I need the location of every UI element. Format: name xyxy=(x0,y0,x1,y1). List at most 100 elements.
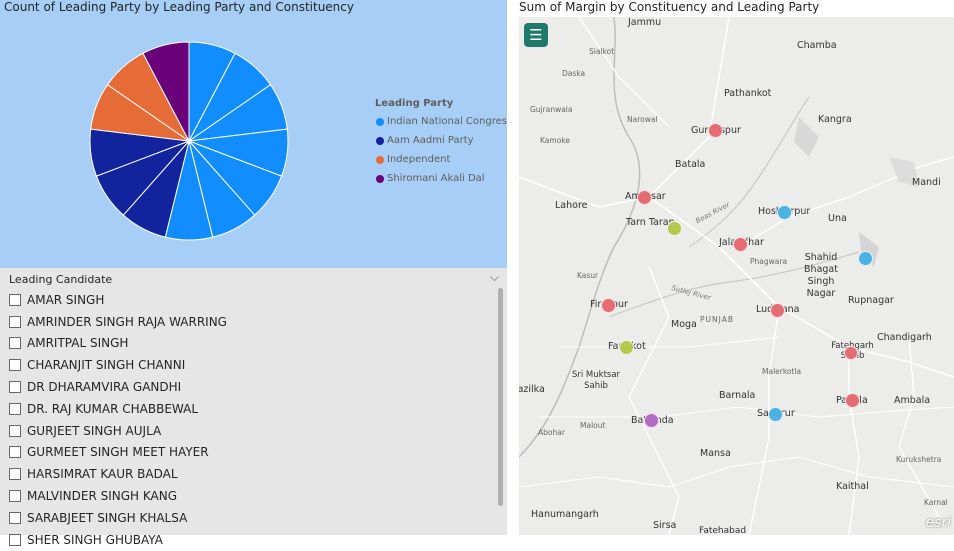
map-bubble-patiala[interactable] xyxy=(845,393,860,408)
map-label: Fatehabad xyxy=(699,526,747,535)
slicer-item[interactable]: SHER SINGH GHUBAYA xyxy=(9,529,489,551)
chevron-down-icon[interactable]: ⌵ xyxy=(490,270,499,285)
map-label: Barnala xyxy=(719,390,756,401)
slicer-title: Leading Candidate xyxy=(9,273,113,286)
pie-legend: Leading Party Indian National Congress A… xyxy=(375,98,512,188)
legend-label: Indian National Congress xyxy=(387,116,513,127)
map-bubble-fatehgarh-sahib[interactable] xyxy=(844,346,858,360)
map-bubble-sangrur[interactable] xyxy=(768,407,783,422)
map-label: Phagwara xyxy=(750,257,788,266)
map-bubble-amritsar[interactable] xyxy=(637,190,652,205)
checkbox[interactable] xyxy=(9,337,21,350)
map-label: Chamba xyxy=(797,40,837,51)
slicer-item[interactable]: DR. RAJ KUMAR CHABBEWAL xyxy=(9,398,489,420)
slicer-item-label: AMRITPAL SINGH xyxy=(27,336,129,351)
menu-icon[interactable]: ☰ xyxy=(524,23,548,47)
slicer-item-label: AMRINDER SINGH RAJA WARRING xyxy=(27,314,227,329)
slicer-item-label: SARABJEET SINGH KHALSA xyxy=(27,510,188,525)
map-label: Moga xyxy=(671,319,697,330)
legend-dot xyxy=(376,136,384,145)
slicer-item-label: GURMEET SINGH MEET HAYER xyxy=(27,445,209,460)
slicer-item[interactable]: DR DHARAMVIRA GANDHI xyxy=(9,376,489,398)
slicer-header[interactable]: Leading Candidate ⌵ xyxy=(9,270,499,286)
slicer-item[interactable]: GURMEET SINGH MEET HAYER xyxy=(9,442,489,464)
map-bubble-jalandhar[interactable] xyxy=(733,237,748,252)
slicer-item[interactable]: AMRITPAL SINGH xyxy=(9,333,489,355)
legend-item-independent[interactable]: Independent xyxy=(375,150,512,169)
map-label: Chandigarh xyxy=(877,332,932,343)
map-label: Kasur xyxy=(577,271,599,280)
map-bubble-faridkot[interactable] xyxy=(619,340,634,355)
map-label: Daska xyxy=(562,69,586,78)
checkbox[interactable] xyxy=(9,315,21,328)
legend-item-aap[interactable]: Aam Aadmi Party xyxy=(375,131,512,150)
map-label: Hanumangarh xyxy=(531,509,599,520)
map-bubble-gurdaspur[interactable] xyxy=(708,123,723,138)
map-label: Narowal xyxy=(627,115,658,124)
legend-dot xyxy=(376,117,384,126)
map-bubble-firozpur[interactable] xyxy=(601,298,616,313)
checkbox[interactable] xyxy=(9,446,21,459)
legend-item-inc[interactable]: Indian National Congress xyxy=(375,112,512,131)
esri-logo: esri xyxy=(925,515,951,531)
map-bubble-khadoor-sahib[interactable] xyxy=(667,221,682,236)
map-label: Gujranwala xyxy=(530,105,573,114)
map-label: Malout xyxy=(580,421,606,430)
map-label: Kangra xyxy=(818,114,852,125)
legend-label: Independent xyxy=(387,154,451,165)
checkbox[interactable] xyxy=(9,424,21,437)
checkbox[interactable] xyxy=(9,359,21,372)
checkbox[interactable] xyxy=(9,293,21,306)
divider xyxy=(507,0,519,535)
map-label: Jammu xyxy=(628,17,662,28)
map-label: Abohar xyxy=(538,428,565,437)
slicer-item[interactable]: MALVINDER SINGH KANG xyxy=(9,485,489,507)
map-title: Sum of Margin by Constituency and Leadin… xyxy=(519,0,820,14)
map-label: PUNJAB xyxy=(700,315,734,324)
slicer-item[interactable]: GURJEET SINGH AUJLA xyxy=(9,420,489,442)
map-label: Mandi xyxy=(912,177,941,188)
slicer-item-label: GURJEET SINGH AUJLA xyxy=(27,423,162,438)
map-label: Sri Muktsar Sahib xyxy=(571,370,621,391)
map-label: Mansa xyxy=(700,448,731,459)
map-label: Rupnagar xyxy=(848,295,894,306)
map-label: Pathankot xyxy=(724,88,772,99)
map-label: Kamoke xyxy=(540,136,570,145)
scrollbar-thumb[interactable] xyxy=(498,288,503,506)
candidate-slicer[interactable]: Leading Candidate ⌵ AMAR SINGH AMRINDER S… xyxy=(0,268,507,547)
slicer-item[interactable]: CHARANJIT SINGH CHANNI xyxy=(9,354,489,376)
map-label: Sialkot xyxy=(589,47,615,56)
checkbox[interactable] xyxy=(9,533,21,546)
map-visual[interactable]: ☰ Jammu Chamba Sialkot Daska Pathankot G… xyxy=(519,17,954,535)
slicer-item[interactable]: SARABJEET SINGH KHALSA xyxy=(9,507,489,529)
pie-chart-visual[interactable]: Count of Leading Party by Leading Party … xyxy=(0,0,512,268)
map-label: Batala xyxy=(675,159,706,170)
map-label: Malerkotla xyxy=(762,367,802,376)
map-label: Karnal xyxy=(924,498,948,507)
checkbox[interactable] xyxy=(9,402,21,415)
slicer-item-label: DR DHARAMVIRA GANDHI xyxy=(27,380,182,395)
checkbox[interactable] xyxy=(9,381,21,394)
checkbox[interactable] xyxy=(9,511,21,524)
legend-label: Aam Aadmi Party xyxy=(387,135,474,146)
legend-dot xyxy=(376,174,384,183)
map-label: Lahore xyxy=(555,200,588,211)
map-label: Shahid Bhagat Singh Nagar xyxy=(804,252,838,299)
slicer-item[interactable]: AMAR SINGH xyxy=(9,289,489,311)
legend-item-sad[interactable]: Shiromani Akali Dal xyxy=(375,169,512,188)
map-bubble-anandpur-sahib[interactable] xyxy=(858,251,873,266)
slicer-item-label: MALVINDER SINGH KANG xyxy=(27,489,178,504)
map-bubble-bathinda[interactable] xyxy=(644,413,659,428)
map-bubble-hoshiarpur[interactable] xyxy=(777,205,792,220)
map-label: Ambala xyxy=(894,395,931,406)
map-label: Una xyxy=(828,213,847,224)
slicer-item[interactable]: HARSIMRAT KAUR BADAL xyxy=(9,463,489,485)
map-bubble-ludhiana[interactable] xyxy=(770,303,785,318)
slicer-item-label: AMAR SINGH xyxy=(27,292,105,307)
legend-title: Leading Party xyxy=(375,98,454,109)
legend-dot xyxy=(376,155,384,164)
slicer-item[interactable]: AMRINDER SINGH RAJA WARRING xyxy=(9,311,489,333)
checkbox[interactable] xyxy=(9,468,21,481)
slicer-item-label: HARSIMRAT KAUR BADAL xyxy=(27,467,178,482)
checkbox[interactable] xyxy=(9,490,21,503)
